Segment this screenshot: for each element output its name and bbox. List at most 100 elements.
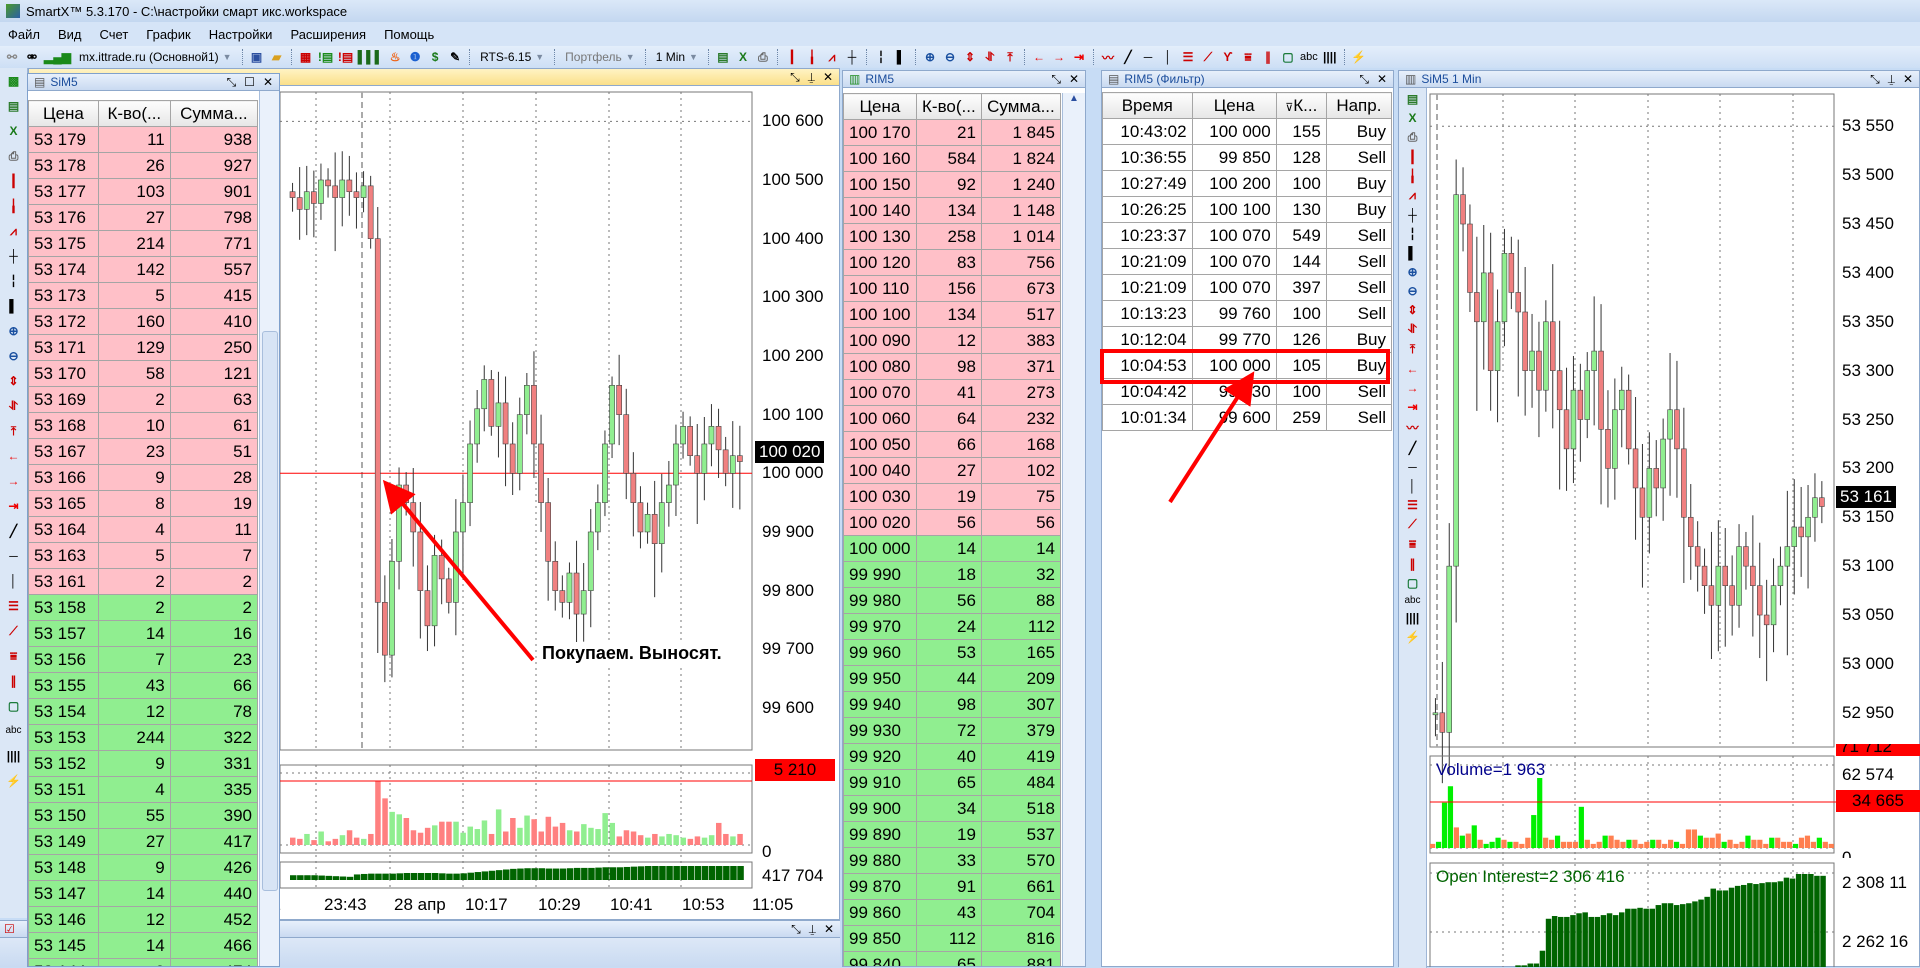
table-row[interactable]: 10:12:04 99 770 126 Buy [1102,326,1393,353]
ask-row[interactable]: 53 178 26 927 [28,152,259,179]
ask-row[interactable]: 100 160 584 1 824 [843,145,1062,172]
info-icon[interactable]: ❶ [407,48,423,66]
candles-icon[interactable]: ┃ [784,48,800,66]
excel-icon[interactable]: X [9,122,17,143]
vertical-lines-icon[interactable]: |||| [1322,48,1338,66]
bid-row[interactable]: 53 152 9 331 [28,750,259,777]
print-icon[interactable]: ⎙ [1408,130,1418,145]
restore-icon[interactable]: ⤡ [790,70,800,85]
bid-row[interactable]: 53 153 244 322 [28,724,259,751]
ask-row[interactable]: 100 070 41 273 [843,379,1062,406]
ask-row[interactable]: 53 175 214 771 [28,230,259,257]
draw-line-icon[interactable]: ╱ [1409,441,1416,455]
fibonacci-time-icon[interactable]: ∥ [1260,48,1276,66]
fibonacci-levels-icon[interactable]: ☰ [8,597,19,618]
thick-bar-icon[interactable]: ▌ [9,297,18,318]
chart-icon[interactable]: ▩ [8,72,19,93]
ask-row[interactable]: 100 030 19 75 [843,483,1062,510]
compress-vertical-icon[interactable]: ⥯ [982,48,998,66]
fibonacci-extension-icon[interactable]: ⩸ [1409,537,1416,552]
column-header-price[interactable]: Цена [28,100,99,127]
ask-row[interactable]: 100 080 98 371 [843,353,1062,380]
bars-chart-icon[interactable]: ╽ [1409,169,1416,183]
bid-row[interactable]: 53 146 12 452 [28,906,259,933]
bid-row[interactable]: 53 157 14 16 [28,620,259,647]
ask-row[interactable]: 100 150 92 1 240 [843,171,1062,198]
expand-vertical-icon[interactable]: ⇕ [8,372,18,393]
ask-row[interactable]: 53 177 103 901 [28,178,259,205]
scroll-right-icon[interactable]: → [8,472,20,493]
vertical-lines-icon[interactable]: |||| [7,747,20,768]
fibonacci-levels-icon[interactable]: ☰ [1407,498,1418,512]
bid-row[interactable]: 53 147 14 440 [28,880,259,907]
bid-row[interactable]: 53 156 7 23 [28,646,259,673]
table-row[interactable]: 10:27:49 100 200 100 Buy [1102,170,1393,197]
rectangle-icon[interactable]: ▢ [8,697,19,718]
compress-vertical-icon[interactable]: ⥯ [1408,322,1417,337]
zoom-out-icon[interactable]: ⊖ [942,48,958,66]
disconnect-icon[interactable]: ⚮ [24,48,40,66]
table-row[interactable]: 10:04:53 100 000 105 Buy [1102,352,1393,379]
ask-row[interactable]: 53 161 2 2 [28,568,259,595]
ask-row[interactable]: 100 090 12 383 [843,327,1062,354]
bid-row[interactable]: 99 850 112 816 [843,925,1062,952]
print-icon[interactable]: ⎙ [755,48,771,66]
connection-dropdown[interactable]: mx.ittrade.ru (Основной1) ▼ [75,50,236,64]
column-header-quantity[interactable]: К-во(... [97,100,171,127]
thin-bar-icon[interactable]: ╎ [1409,227,1416,241]
crosshair-icon[interactable]: ┼ [1408,208,1417,222]
table-row[interactable]: 10:26:25 100 100 130 Buy [1102,196,1393,223]
draw-polyline-icon[interactable]: 〰 [1100,48,1116,66]
table-row[interactable]: 10:04:42 99 930 100 Sell [1102,378,1393,405]
line-chart-icon[interactable]: ⩘ [824,48,840,66]
zoom-in-icon[interactable]: ⊕ [1407,265,1417,279]
scrollbar-thumb[interactable] [262,331,278,891]
vertical-line-icon[interactable]: │ [1160,48,1176,66]
restore-icon[interactable]: ⤡ [791,922,801,937]
open-folder-icon[interactable]: ▰ [269,48,285,66]
bid-row[interactable]: 99 910 65 484 [843,769,1062,796]
ask-row[interactable]: 53 171 129 250 [28,334,259,361]
column-header-quantity[interactable]: К-во(... [915,93,982,120]
ask-row[interactable]: 100 040 27 102 [843,457,1062,484]
ask-row[interactable]: 53 163 5 7 [28,542,259,569]
horizontal-line-icon[interactable]: ─ [9,547,18,568]
close-icon[interactable]: ✕ [1069,72,1079,86]
bid-row[interactable]: 53 150 55 390 [28,802,259,829]
ask-row[interactable]: 100 050 66 168 [843,431,1062,458]
line-chart-icon[interactable]: ⩘ [10,222,17,243]
clear-drawings-icon[interactable]: ⚡ [1351,48,1367,66]
thin-bar-icon[interactable]: ╎ [10,272,17,293]
bid-row[interactable]: 100 000 14 14 [843,535,1062,562]
bid-row[interactable]: 99 940 98 307 [843,691,1062,718]
column-header-sum[interactable]: Сумма... [980,93,1062,120]
ask-row[interactable]: 53 172 160 410 [28,308,259,335]
bid-row[interactable]: 53 1448474 [28,958,259,966]
close-icon[interactable]: ✕ [823,70,833,84]
portfolio-dropdown[interactable]: Портфель ▼ [561,50,639,64]
column-header-price[interactable]: Цена [843,93,917,120]
ask-row[interactable]: 53 173 5 415 [28,282,259,309]
fibonacci-time-icon[interactable]: ∥ [11,672,17,693]
rectangle-icon[interactable]: ▢ [1407,576,1418,590]
line-chart-icon[interactable]: ⩘ [1409,188,1416,203]
vertical-line-icon[interactable]: │ [1409,479,1417,493]
candles-icon[interactable]: ┃ [1409,150,1416,164]
symbol-dropdown[interactable]: RTS-6.15 ▼ [476,50,548,64]
bid-row[interactable]: 53 149 27 417 [28,828,259,855]
pin-icon[interactable]: ⍊ [1888,72,1895,87]
ask-row[interactable]: 53 170 58 121 [28,360,259,387]
scroll-right-icon[interactable]: → [1051,48,1067,66]
thick-bar-icon[interactable]: ▌ [893,48,909,66]
maximize-icon[interactable]: ☐ [244,75,255,89]
candles-icon[interactable]: ┃ [10,172,17,193]
scroll-end-icon[interactable]: ⇥ [1071,48,1087,66]
excel-icon[interactable]: X [735,48,751,66]
bars-icon[interactable]: ▌▌▌ [358,48,384,66]
restore-icon[interactable]: ⤡ [1870,72,1880,87]
bid-row[interactable]: 99 920 40 419 [843,743,1062,770]
clear-drawings-icon[interactable]: ⚡ [1405,630,1420,644]
text-tool-icon[interactable]: abc [1300,48,1318,66]
bid-row[interactable]: 99 960 53 165 [843,639,1062,666]
timeframe-dropdown[interactable]: 1 Min ▼ [652,50,702,64]
